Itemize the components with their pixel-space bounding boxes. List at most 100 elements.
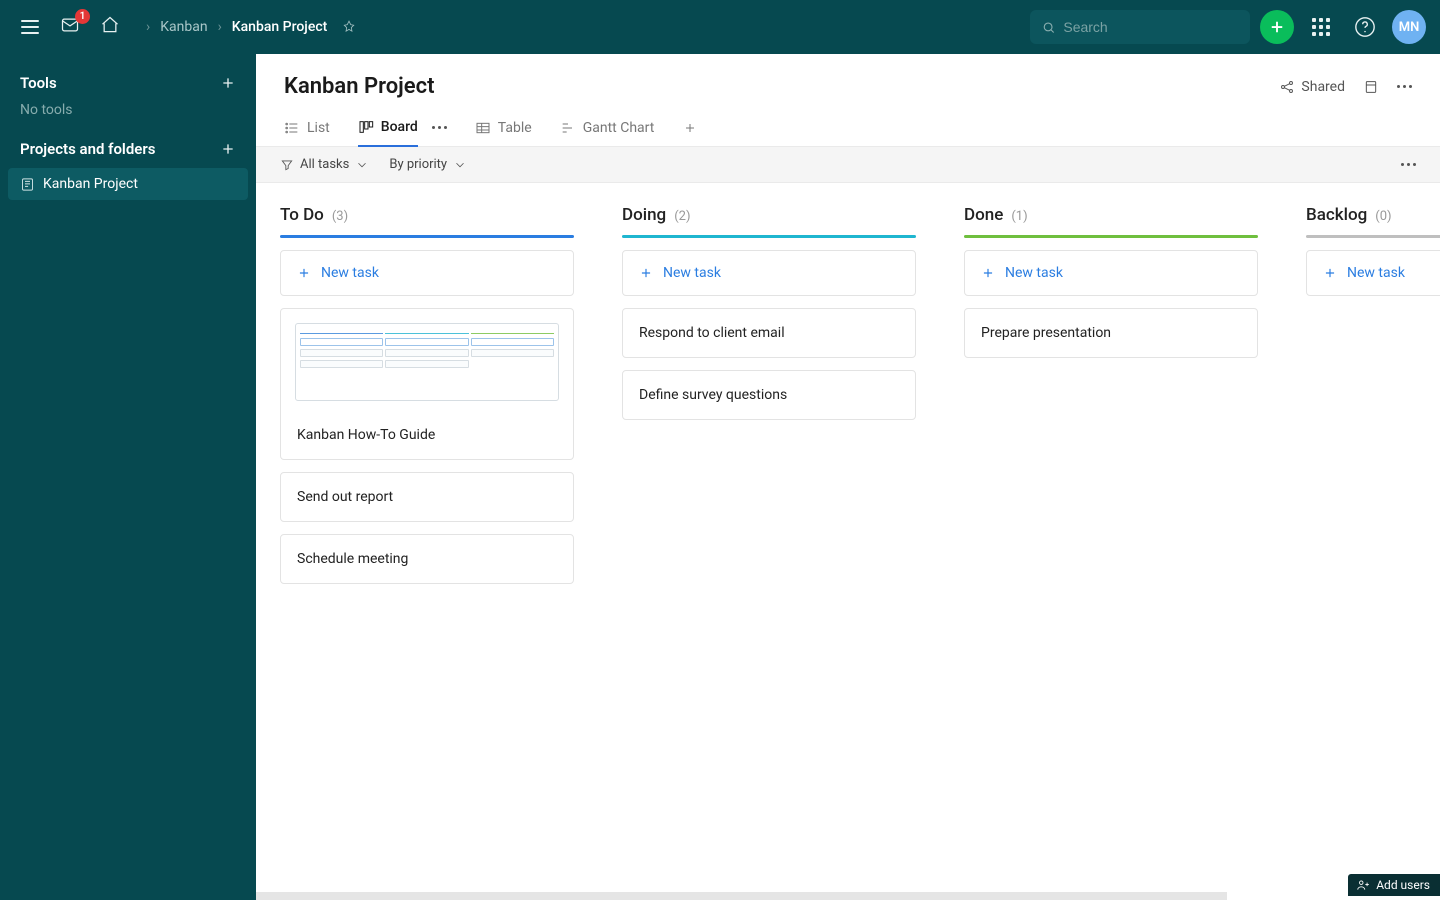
new-task-button-done[interactable]: New task bbox=[964, 250, 1258, 296]
topbar-left: 1 › Kanban › Kanban Project bbox=[14, 11, 361, 43]
add-project-button[interactable] bbox=[220, 141, 236, 157]
card-prepare-presentation[interactable]: Prepare presentation bbox=[964, 308, 1258, 358]
list-icon bbox=[284, 120, 300, 136]
global-add-button[interactable] bbox=[1260, 10, 1294, 44]
shared-button[interactable]: Shared bbox=[1279, 79, 1345, 95]
shared-label: Shared bbox=[1301, 79, 1345, 95]
tab-gantt[interactable]: Gantt Chart bbox=[560, 110, 655, 146]
plus-icon bbox=[1323, 266, 1337, 280]
help-icon bbox=[1354, 16, 1376, 38]
filter-icon bbox=[280, 158, 294, 172]
new-task-button-todo[interactable]: New task bbox=[280, 250, 574, 296]
column-title: Doing bbox=[622, 205, 666, 225]
card-define-survey[interactable]: Define survey questions bbox=[622, 370, 916, 420]
pin-button[interactable] bbox=[337, 15, 361, 39]
more-icon bbox=[432, 126, 447, 129]
tab-add[interactable] bbox=[682, 110, 698, 146]
sidebar-tools-label: Tools bbox=[20, 74, 57, 92]
sidebar-projects-section: Projects and folders bbox=[0, 140, 256, 158]
apps-button[interactable] bbox=[1304, 10, 1338, 44]
column-count: (0) bbox=[1375, 209, 1391, 224]
column-header[interactable]: Backlog (0) bbox=[1306, 205, 1440, 225]
search-input[interactable] bbox=[1063, 19, 1238, 35]
board-icon bbox=[358, 119, 374, 135]
tab-table[interactable]: Table bbox=[475, 110, 532, 146]
chevron-right-icon: › bbox=[218, 19, 222, 35]
tab-list-label: List bbox=[307, 120, 330, 136]
plus-icon bbox=[682, 120, 698, 136]
view-tabs: List Board Table Gantt Chart bbox=[256, 99, 1440, 147]
add-tool-button[interactable] bbox=[220, 75, 236, 91]
card-send-report[interactable]: Send out report bbox=[280, 472, 574, 522]
sidebar-projects-label: Projects and folders bbox=[20, 140, 155, 158]
add-users-label: Add users bbox=[1376, 878, 1430, 892]
content: Kanban Project Shared List bbox=[256, 54, 1440, 900]
column-accent bbox=[964, 235, 1258, 238]
filter-more-button[interactable] bbox=[1401, 163, 1416, 166]
plus-icon bbox=[981, 266, 995, 280]
column-done: Done (1) New task Prepare presentation bbox=[964, 205, 1258, 890]
filter-priority[interactable]: By priority bbox=[389, 157, 467, 172]
topbar: 1 › Kanban › Kanban Project bbox=[0, 0, 1440, 54]
home-icon bbox=[100, 15, 120, 39]
help-button[interactable] bbox=[1348, 10, 1382, 44]
new-task-label: New task bbox=[1005, 265, 1063, 281]
main: Tools No tools Projects and folders Kanb… bbox=[0, 54, 1440, 900]
content-actions: Shared bbox=[1279, 79, 1412, 95]
breadcrumb-parent[interactable]: Kanban bbox=[160, 19, 207, 35]
panel-button[interactable] bbox=[1363, 79, 1379, 95]
user-avatar[interactable]: MN bbox=[1392, 10, 1426, 44]
plus-icon bbox=[297, 266, 311, 280]
search-box[interactable] bbox=[1030, 10, 1250, 44]
tab-board-more[interactable] bbox=[432, 116, 447, 139]
tab-gantt-label: Gantt Chart bbox=[583, 120, 655, 136]
add-users-button[interactable]: Add users bbox=[1348, 874, 1440, 896]
filter-priority-label: By priority bbox=[389, 157, 447, 172]
column-todo: To Do (3) New task Ka bbox=[280, 205, 574, 890]
inbox-button[interactable]: 1 bbox=[54, 11, 86, 43]
sidebar-item-kanban-project[interactable]: Kanban Project bbox=[8, 168, 248, 200]
apps-icon bbox=[1312, 18, 1330, 36]
horizontal-scrollbar[interactable] bbox=[256, 892, 1227, 900]
tab-list[interactable]: List bbox=[284, 110, 330, 146]
column-header[interactable]: To Do (3) bbox=[280, 205, 574, 225]
column-backlog: Backlog (0) New task bbox=[1306, 205, 1440, 890]
kanban-board[interactable]: To Do (3) New task Ka bbox=[256, 183, 1440, 900]
mail-badge: 1 bbox=[75, 9, 90, 24]
sidebar-tools-heading: Tools bbox=[20, 74, 236, 92]
sidebar-no-tools: No tools bbox=[20, 102, 236, 118]
more-button[interactable] bbox=[1397, 85, 1412, 88]
card-title: Schedule meeting bbox=[297, 551, 408, 567]
column-title: Done bbox=[964, 205, 1003, 225]
breadcrumb-current: Kanban Project bbox=[232, 19, 328, 35]
new-task-button-doing[interactable]: New task bbox=[622, 250, 916, 296]
filter-all-tasks[interactable]: All tasks bbox=[280, 157, 369, 172]
plus-icon bbox=[639, 266, 653, 280]
card-schedule-meeting[interactable]: Schedule meeting bbox=[280, 534, 574, 584]
more-icon bbox=[1401, 163, 1416, 166]
column-title: To Do bbox=[280, 205, 324, 225]
tab-board[interactable]: Board bbox=[358, 109, 418, 147]
card-thumbnail bbox=[281, 309, 573, 415]
search-icon bbox=[1042, 20, 1055, 35]
hamburger-icon bbox=[21, 20, 39, 34]
table-icon bbox=[475, 120, 491, 136]
column-header[interactable]: Done (1) bbox=[964, 205, 1258, 225]
panel-icon bbox=[1363, 79, 1379, 95]
menu-button[interactable] bbox=[14, 11, 46, 43]
column-accent bbox=[1306, 235, 1440, 238]
home-button[interactable] bbox=[94, 11, 126, 43]
breadcrumb: › Kanban › Kanban Project bbox=[146, 15, 361, 39]
card-respond-email[interactable]: Respond to client email bbox=[622, 308, 916, 358]
card-title: Send out report bbox=[297, 489, 393, 505]
plus-icon bbox=[1268, 18, 1286, 36]
column-count: (1) bbox=[1011, 209, 1027, 224]
column-title: Backlog bbox=[1306, 205, 1367, 225]
new-task-label: New task bbox=[663, 265, 721, 281]
column-doing: Doing (2) New task Respond to client ema… bbox=[622, 205, 916, 890]
content-header: Kanban Project Shared bbox=[256, 54, 1440, 99]
new-task-button-backlog[interactable]: New task bbox=[1306, 250, 1440, 296]
card-kanban-howto[interactable]: Kanban How-To Guide bbox=[280, 308, 574, 460]
sidebar-item-label: Kanban Project bbox=[43, 176, 138, 192]
column-header[interactable]: Doing (2) bbox=[622, 205, 916, 225]
